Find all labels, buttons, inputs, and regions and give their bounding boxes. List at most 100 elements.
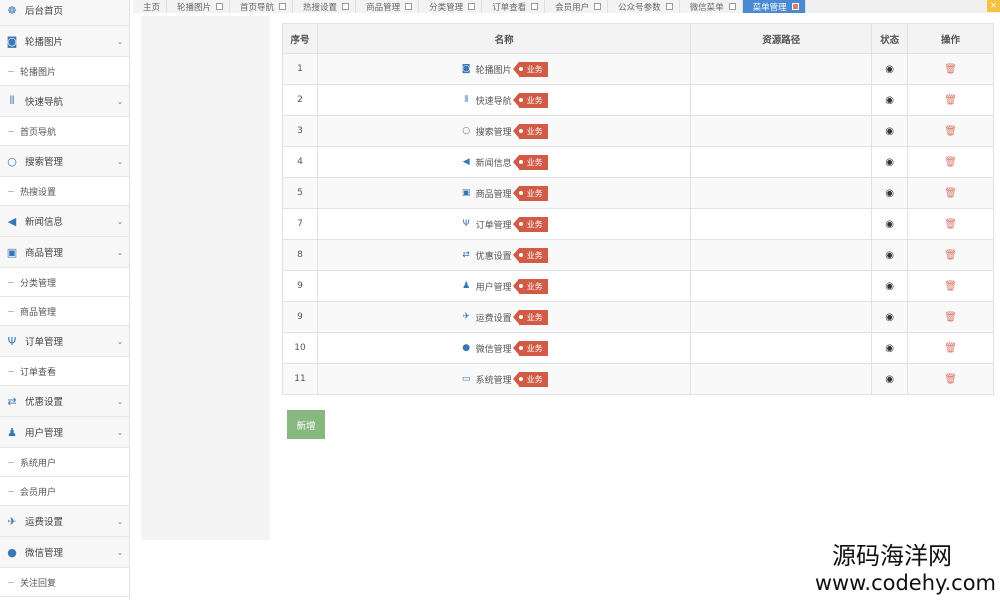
sidebar-menu-item[interactable]: ✈ 运费设置 ⌄ [0,506,129,537]
type-tag: 业务 [512,247,548,263]
bullhorn-icon: ◀ [462,157,470,167]
tab-bar: 主页 轮播图片 首页导航 热搜设置 商品管理 分类管理 订单查看 会员用户 公众号参数 微信菜单 菜… [133,0,1000,13]
row-name-text: 快速导航 [475,96,512,107]
sidebar-menu-item[interactable]: ◀ 新闻信息 ⌄ [0,206,129,237]
chevron-down-icon: ⌄ [116,547,124,557]
eye-icon[interactable]: ◉ [885,312,894,323]
trash-icon[interactable]: 🗑 [944,188,957,199]
tab-close-icon[interactable] [728,3,736,10]
sidebar-menu-item[interactable]: ☸ 后台首页 [0,0,129,26]
sidebar-sub-item[interactable]: 轮播图片 [0,57,129,86]
sidebar-sub-item[interactable]: 关注回复 [0,568,129,597]
sidebar-sub-item[interactable]: 首页导航 [0,117,129,146]
sidebar-sub-item[interactable]: 分类管理 [0,268,129,297]
row-path [690,84,873,116]
tab[interactable]: 订单查看 [482,0,546,13]
tab-close-icon[interactable] [468,3,476,10]
sidebar-menu-item[interactable]: ⦀ 快速导航 ⌄ [0,86,129,117]
tab-close-icon[interactable] [791,3,799,10]
eye-icon[interactable]: ◉ [885,374,894,385]
row-path [690,270,873,302]
sidebar-menu-item[interactable]: Ψ 订单管理 ⌄ [0,326,129,357]
tab-close-icon[interactable] [665,3,673,10]
sidebar-item-label: 新闻信息 [25,217,64,228]
sidebar-menu-item[interactable]: ♟ 用户管理 ⌄ [0,417,129,448]
eye-icon[interactable]: ◉ [885,126,894,137]
tab[interactable]: 商品管理 [356,0,420,13]
row-name-text: 搜索管理 [475,127,512,138]
row-name-cell: ◙ 轮播图片 业务 [316,53,692,85]
tab[interactable]: 会员用户 [545,0,609,13]
tab[interactable]: 分类管理 [419,0,483,13]
row-name-text: 优惠设置 [475,251,512,262]
eye-icon[interactable]: ◉ [885,95,894,106]
eye-icon[interactable]: ◉ [885,250,894,261]
trash-icon[interactable]: 🗑 [944,157,957,168]
sidebar-item-label: 用户管理 [25,428,64,439]
trash-icon[interactable]: 🗑 [944,343,957,354]
sidebar-item-label: 微信管理 [25,548,64,559]
row-operation-cell: 🗑 [907,332,994,364]
row-name-cell: ♟ 用户管理 业务 [316,270,692,302]
tab[interactable]: 首页导航 [230,0,294,13]
sidebar-menu-item[interactable]: ◙ 轮播图片 ⌄ [0,26,129,57]
type-tag: 业务 [512,340,548,356]
sidebar-menu-item[interactable]: ⇄ 优惠设置 ⌄ [0,386,129,417]
sidebar-sub-item[interactable]: 热搜设置 [0,177,129,206]
eye-icon[interactable]: ◉ [885,219,894,230]
sidebar-menu-item[interactable]: ▣ 商品管理 ⌄ [0,237,129,268]
row-operation-cell: 🗑 [907,208,994,240]
tab-close-icon[interactable] [216,3,224,10]
row-index: 11 [282,363,318,395]
tab-scroll-icon[interactable]: ✕ [987,0,1000,12]
tab-close-icon[interactable] [531,3,539,10]
row-name-cell: ◀ 新闻信息 业务 [316,146,692,178]
tab[interactable]: 轮播图片 [167,0,231,13]
trash-icon[interactable]: 🗑 [944,64,957,75]
sidebar-sub-item[interactable]: 会员用户 [0,477,129,506]
tab-label: 主页 [143,2,161,13]
tab[interactable]: 菜单管理 [742,0,806,13]
row-name-cell: ● 微信管理 业务 [316,332,692,364]
sidebar-menu-item[interactable]: ● 微信管理 ⌄ [0,537,129,568]
tab-close-icon[interactable] [342,3,350,10]
tab[interactable]: 公众号参数 [608,0,680,13]
add-button[interactable]: 新增 [287,410,325,439]
sidebar-sub-item[interactable]: 订单查看 [0,357,129,386]
row-operation-cell: 🗑 [907,239,994,271]
comments-icon: ● [7,545,17,559]
type-tag: 业务 [512,309,548,325]
tab[interactable]: 热搜设置 [293,0,357,13]
eye-icon[interactable]: ◉ [885,64,894,75]
trash-icon[interactable]: 🗑 [944,219,957,230]
trash-icon[interactable]: 🗑 [944,312,957,323]
tab-close-icon[interactable] [405,3,413,10]
trash-icon[interactable]: 🗑 [944,374,957,385]
tab-close-icon[interactable] [279,3,287,10]
tab-label: 首页导航 [240,2,275,13]
sidebar-sub-item[interactable]: 系统用户 [0,448,129,477]
eye-icon[interactable]: ◉ [885,281,894,292]
eye-icon[interactable]: ◉ [885,188,894,199]
trash-icon[interactable]: 🗑 [944,281,957,292]
row-operation-cell: 🗑 [907,84,994,116]
row-name-cell: Ψ 订单管理 业务 [316,208,692,240]
sidebar-item-label: 订单管理 [25,337,64,348]
row-status-cell: ◉ [871,363,909,395]
eye-icon[interactable]: ◉ [885,343,894,354]
eye-icon[interactable]: ◉ [885,157,894,168]
row-status-cell: ◉ [871,208,909,240]
trash-icon[interactable]: 🗑 [944,250,957,261]
sidebar-sub-item[interactable]: 商品管理 [0,297,129,326]
type-tag: 业务 [512,61,548,77]
tab[interactable]: 微信菜单 [679,0,743,13]
row-name: ⦀ 快速导航 业务 [461,92,548,108]
tab-close-icon[interactable] [594,3,602,10]
type-tag: 业务 [512,154,548,170]
tab[interactable]: 主页 [133,0,168,13]
trash-icon[interactable]: 🗑 [944,95,957,106]
comments-icon: ● [462,343,471,353]
sidebar-menu-item[interactable]: ○ 搜索管理 ⌄ [0,146,129,177]
trash-icon[interactable]: 🗑 [944,126,957,137]
row-index: 4 [282,146,318,178]
